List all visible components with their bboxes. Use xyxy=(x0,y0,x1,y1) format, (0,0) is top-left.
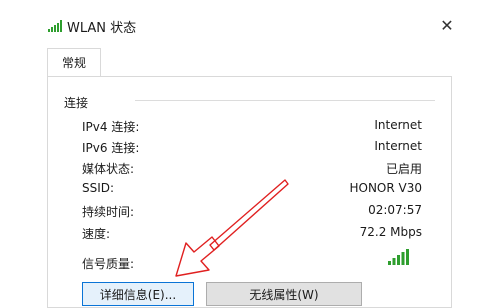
red-arrow-icon xyxy=(175,179,289,277)
tab-general[interactable]: 常规 xyxy=(47,48,101,76)
